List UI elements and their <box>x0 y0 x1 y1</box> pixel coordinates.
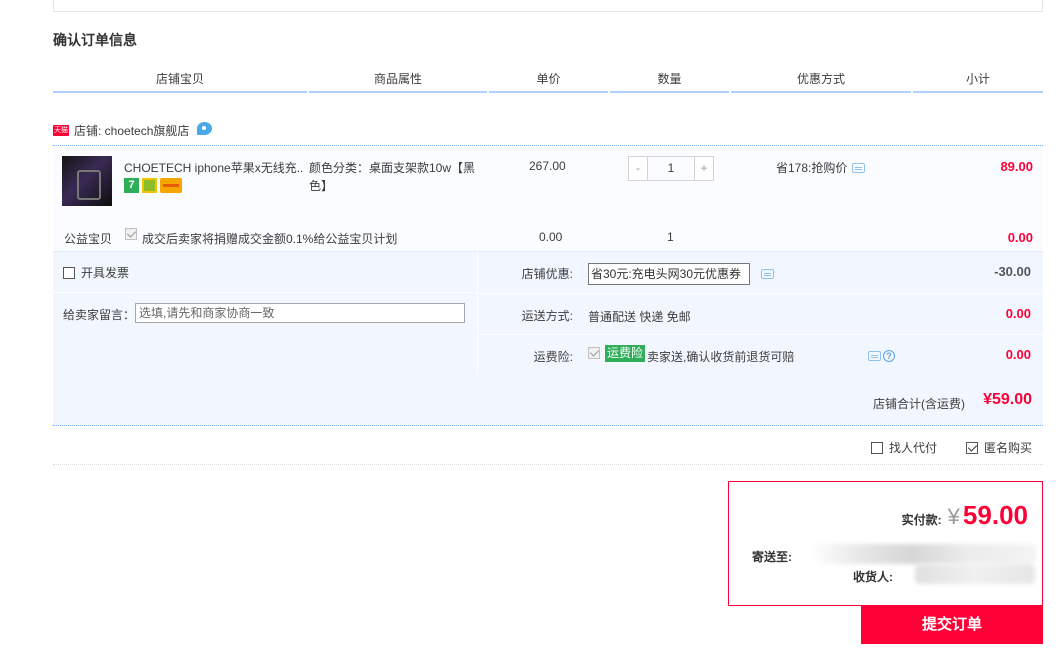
ship-to-address-redacted <box>811 544 1036 564</box>
insurance-amount: 0.00 <box>1005 347 1031 362</box>
receiver-name-redacted <box>915 564 1035 584</box>
column-header-subtotal: 小计 <box>913 71 1043 93</box>
charity-subtotal: 0.00 <box>1007 230 1033 245</box>
quantity-decrease-button[interactable]: - <box>628 156 648 181</box>
shipping-method: 普通配送 快递 免邮 <box>588 310 691 324</box>
charity-row: 公益宝贝 成交后卖家将捐赠成交金额0.1%给公益宝贝计划 0.00 1 0.00 <box>53 220 1043 252</box>
shipping-label: 运送方式: <box>521 309 573 323</box>
actual-payment-label: 实付款: <box>901 513 942 527</box>
shop-options-panel: 店铺优惠: 省30元:充电头网30元优惠券 -30.00 运送方式: 普通配送 … <box>478 252 1043 375</box>
column-header-promotion: 优惠方式 <box>731 71 911 93</box>
shipping-amount: 0.00 <box>1005 306 1031 321</box>
payment-options-row: 找人代付 匿名购买 <box>53 431 1043 465</box>
invoice-label: 开具发票 <box>81 266 130 280</box>
charity-checkbox <box>125 228 137 240</box>
insurance-row: 运费险: 运费险 卖家送,确认收货前退货可赔 ? 0.00 <box>478 334 1043 374</box>
find-someone-pay-label: 找人代付 <box>889 441 938 455</box>
service-icons: 7 <box>124 178 182 193</box>
page-title: 确认订单信息 <box>53 32 137 48</box>
find-someone-pay-option[interactable]: 找人代付 <box>871 439 937 456</box>
insurance-icons: ? <box>868 350 895 362</box>
order-summary-box: 实付款: ¥ 59.00 寄送至: 收货人: <box>728 481 1043 606</box>
coupon-amount: -30.00 <box>994 264 1031 279</box>
consumer-protection-icon[interactable] <box>142 178 157 193</box>
anonymous-purchase-checkbox[interactable] <box>966 441 978 454</box>
insurance-comment-icon[interactable] <box>868 351 881 361</box>
actual-payment-amount: 59.00 <box>962 500 1028 530</box>
charity-description: 成交后卖家将捐赠成交金额0.1%给公益宝贝计划 <box>142 232 398 246</box>
insurance-description: 卖家送,确认收货前退货可赔 <box>647 350 795 364</box>
actual-payment-line: 实付款: ¥ 59.00 <box>902 500 1028 531</box>
column-header-item: 店铺宝贝 <box>53 71 307 93</box>
shop-total-label: 店铺合计(含运费) <box>873 397 965 411</box>
submit-order-button[interactable]: 提交订单 <box>861 606 1043 644</box>
product-thumbnail[interactable] <box>62 156 112 206</box>
find-someone-pay-checkbox[interactable] <box>871 441 883 454</box>
coupon-comment-icon[interactable] <box>761 269 774 279</box>
charity-price: 0.00 <box>539 230 563 244</box>
ship-to-label: 寄送至: <box>752 550 792 564</box>
tmall-badge-icon: 天猫 <box>53 124 69 136</box>
shop-total-row: 店铺合计(含运费) ¥59.00 <box>53 375 1043 426</box>
panel-divider <box>53 292 477 293</box>
insurance-tag: 运费险 <box>605 345 646 362</box>
quantity-increase-button[interactable]: + <box>694 156 714 181</box>
charity-label: 公益宝贝 <box>64 232 113 246</box>
anonymous-purchase-label: 匿名购买 <box>984 441 1033 455</box>
insurance-label: 运费险: <box>533 350 573 364</box>
column-header-unit-price: 单价 <box>489 71 608 93</box>
invoice-option[interactable]: 开具发票 <box>63 264 129 281</box>
promotion-text: 省178:抢购价 <box>776 161 848 175</box>
previous-section-edge <box>53 0 1043 12</box>
promotion-comment-icon[interactable] <box>852 162 866 173</box>
product-title-link[interactable]: CHOETECH iphone苹果x无线充... <box>124 159 304 176</box>
shop-header: 天猫 店铺: choetech旗舰店 <box>53 121 213 139</box>
shipping-row: 运送方式: 普通配送 快递 免邮 0.00 <box>478 293 1043 333</box>
column-header-quantity: 数量 <box>610 71 729 93</box>
help-icon[interactable]: ? <box>883 350 895 362</box>
quantity-stepper: - 1 + <box>628 156 714 181</box>
wangwang-chat-icon[interactable] <box>197 121 213 135</box>
seven-day-return-icon[interactable]: 7 <box>124 178 139 193</box>
product-attributes: 颜色分类：桌面支架款10w【黑色】 <box>309 161 476 193</box>
invoice-checkbox[interactable] <box>63 266 75 279</box>
seller-message-label: 给卖家留言： <box>63 308 136 322</box>
credit-card-icon[interactable] <box>160 178 182 193</box>
coupon-select[interactable]: 省30元:充电头网30元优惠券 <box>588 263 750 285</box>
insurance-checkbox <box>588 347 600 359</box>
receiver-label: 收货人: <box>853 570 893 584</box>
coupon-label: 店铺优惠: <box>521 267 573 281</box>
coupon-row: 店铺优惠: 省30元:充电头网30元优惠券 -30.00 <box>478 252 1043 292</box>
promotion-info: 省178:抢购价 <box>776 159 866 176</box>
column-header-attributes: 商品属性 <box>309 71 487 93</box>
shop-total-value: ¥59.00 <box>983 391 1032 408</box>
quantity-input[interactable]: 1 <box>648 156 694 181</box>
order-item-row: CHOETECH iphone苹果x无线充... 7 颜色分类：桌面支架款10w… <box>53 145 1043 220</box>
item-subtotal: 89.00 <box>1000 159 1033 174</box>
invoice-message-panel: 开具发票 给卖家留言： 选填,请先和商家协商一致 <box>53 252 477 375</box>
currency-symbol: ¥ <box>947 504 960 529</box>
shop-name-link[interactable]: 店铺: choetech旗舰店 <box>74 122 189 139</box>
charity-quantity: 1 <box>667 230 674 244</box>
unit-price: 267.00 <box>529 159 566 173</box>
anonymous-purchase-option[interactable]: 匿名购买 <box>966 439 1032 456</box>
seller-message-input[interactable]: 选填,请先和商家协商一致 <box>135 303 465 323</box>
